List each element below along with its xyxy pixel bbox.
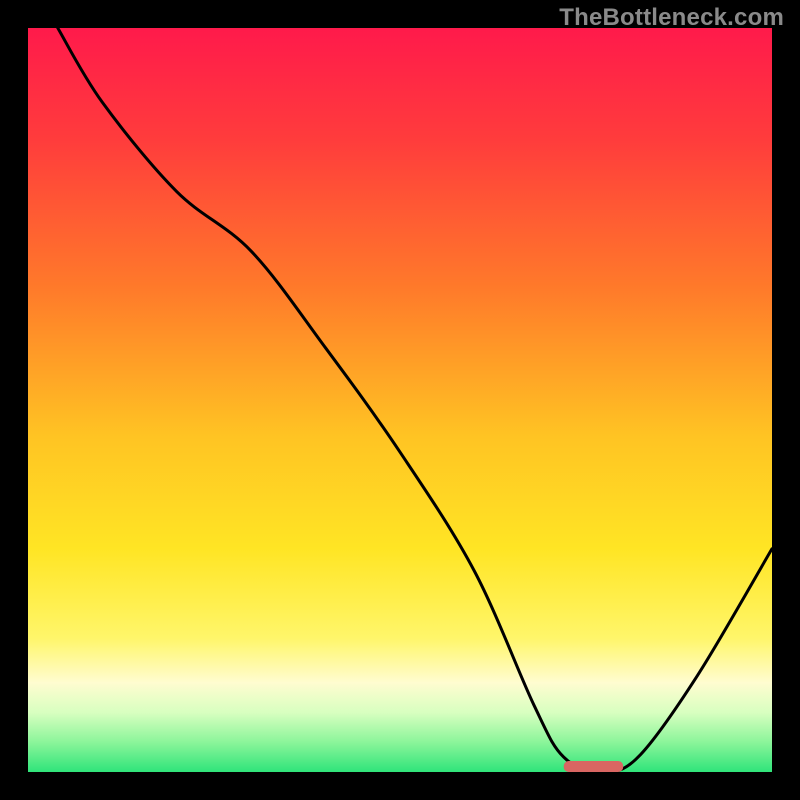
optimal-marker (564, 761, 624, 772)
plot-background (28, 28, 772, 772)
chart-frame: TheBottleneck.com (0, 0, 800, 800)
bottleneck-chart (0, 0, 800, 800)
